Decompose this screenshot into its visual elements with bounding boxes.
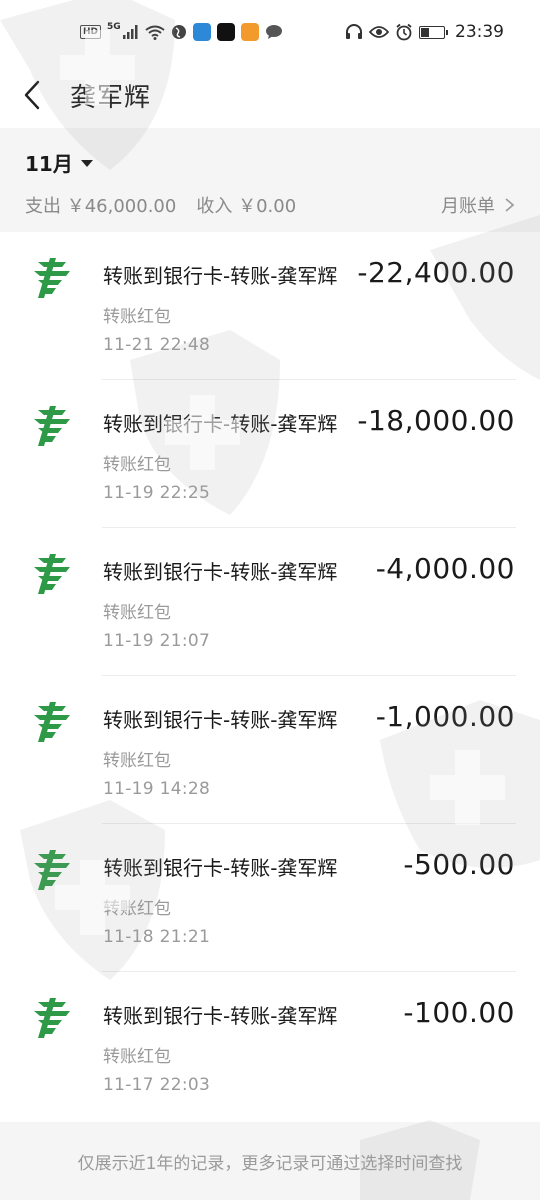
bank-logo-icon xyxy=(30,552,74,596)
tiktok-icon xyxy=(216,23,235,41)
transaction-title: 转账到银行卡-转账-龚军辉 xyxy=(103,264,338,288)
transaction-time: 11-19 14:28 xyxy=(103,779,211,799)
transaction-row[interactable]: 转账到银行卡-转账-龚军辉 转账红包 11-19 14:28 -1,000.00 xyxy=(0,676,540,824)
transaction-category: 转账红包 xyxy=(103,899,171,919)
headphones-icon xyxy=(346,24,362,39)
transaction-amount: -500.00 xyxy=(403,848,515,881)
transaction-category: 转账红包 xyxy=(103,1047,171,1067)
alarm-icon xyxy=(396,23,412,41)
transaction-row[interactable]: 转账到银行卡-转账-龚军辉 转账红包 11-19 22:25 -18,000.0… xyxy=(0,380,540,528)
status-bar-left: HD 5G xyxy=(80,22,283,41)
bank-logo-icon xyxy=(30,848,74,892)
history-note: 仅展示近1年的记录，更多记录可通过选择时间查找 xyxy=(0,1122,540,1200)
history-note-text: 仅展示近1年的记录，更多记录可通过选择时间查找 xyxy=(77,1153,463,1174)
bank-logo-icon xyxy=(30,700,74,744)
transaction-time: 11-17 22:03 xyxy=(103,1075,211,1095)
globe-icon xyxy=(171,25,186,39)
transaction-amount: -18,000.00 xyxy=(357,404,515,437)
transaction-title: 转账到银行卡-转账-龚军辉 xyxy=(103,412,338,436)
transaction-time: 11-19 22:25 xyxy=(103,483,211,503)
transaction-category: 转账红包 xyxy=(103,751,171,771)
status-time: 23:39 xyxy=(455,22,504,42)
month-label: 11月 xyxy=(25,152,73,176)
chat-icon xyxy=(265,25,282,39)
transaction-row[interactable]: 转账到银行卡-转账-龚军辉 转账红包 11-19 21:07 -4,000.00 xyxy=(0,528,540,676)
month-picker[interactable]: 11月 xyxy=(25,148,93,177)
transaction-row[interactable]: 转账到银行卡-转账-龚军辉 转账红包 11-18 21:21 -500.00 xyxy=(0,824,540,972)
eye-icon xyxy=(369,26,389,38)
transaction-time: 11-19 21:07 xyxy=(103,631,211,651)
network-type: 5G xyxy=(107,22,121,32)
transaction-list: 转账到银行卡-转账-龚军辉 转账红包 11-21 22:48 -22,400.0… xyxy=(0,232,540,1120)
hd-indicator: HD xyxy=(80,25,102,39)
transaction-row[interactable]: 转账到银行卡-转账-龚军辉 转账红包 11-21 22:48 -22,400.0… xyxy=(0,232,540,380)
battery-icon xyxy=(419,25,448,39)
page-title: 龚军辉 xyxy=(70,82,152,113)
status-bar-right: 23:39 xyxy=(345,22,504,42)
totals: 支出 ￥46,000.00 收入 ￥0.00 xyxy=(25,192,296,218)
monthly-bill-link[interactable]: 月账单 xyxy=(441,192,514,218)
back-button[interactable] xyxy=(24,78,48,112)
video-app-icon xyxy=(240,23,259,41)
transaction-amount: -100.00 xyxy=(403,996,515,1029)
transaction-category: 转账红包 xyxy=(103,455,171,475)
bank-logo-icon xyxy=(30,256,74,300)
monthly-bill-label: 月账单 xyxy=(441,196,495,217)
wifi-icon xyxy=(145,25,165,40)
month-summary: 11月 支出 ￥46,000.00 收入 ￥0.00 月账单 xyxy=(0,128,540,232)
bank-logo-icon xyxy=(30,404,74,448)
bank-logo-icon xyxy=(30,996,74,1040)
chevron-left-icon xyxy=(24,80,40,110)
transaction-time: 11-18 21:21 xyxy=(103,927,211,947)
transaction-category: 转账红包 xyxy=(103,603,171,623)
chevron-right-icon xyxy=(505,198,514,212)
nav-bar: 龚军辉 xyxy=(0,64,540,126)
income-total: 收入 ￥0.00 xyxy=(196,196,297,217)
transaction-title: 转账到银行卡-转账-龚军辉 xyxy=(103,708,338,732)
transaction-amount: -1,000.00 xyxy=(375,700,515,733)
caret-down-icon xyxy=(80,160,93,167)
expense-total: 支出 ￥46,000.00 xyxy=(25,196,177,217)
signal-icon xyxy=(122,25,138,39)
transaction-row[interactable]: 转账到银行卡-转账-龚军辉 转账红包 11-17 22:03 -100.00 xyxy=(0,972,540,1120)
transaction-title: 转账到银行卡-转账-龚军辉 xyxy=(103,560,338,584)
transaction-amount: -22,400.00 xyxy=(357,256,515,289)
transaction-amount: -4,000.00 xyxy=(375,552,515,585)
transaction-title: 转账到银行卡-转账-龚军辉 xyxy=(103,856,338,880)
transaction-category: 转账红包 xyxy=(103,307,171,327)
status-bar: HD 5G 23:39 xyxy=(0,0,540,64)
app-notification-icon xyxy=(192,23,211,41)
transaction-time: 11-21 22:48 xyxy=(103,335,211,355)
transaction-title: 转账到银行卡-转账-龚军辉 xyxy=(103,1004,338,1028)
